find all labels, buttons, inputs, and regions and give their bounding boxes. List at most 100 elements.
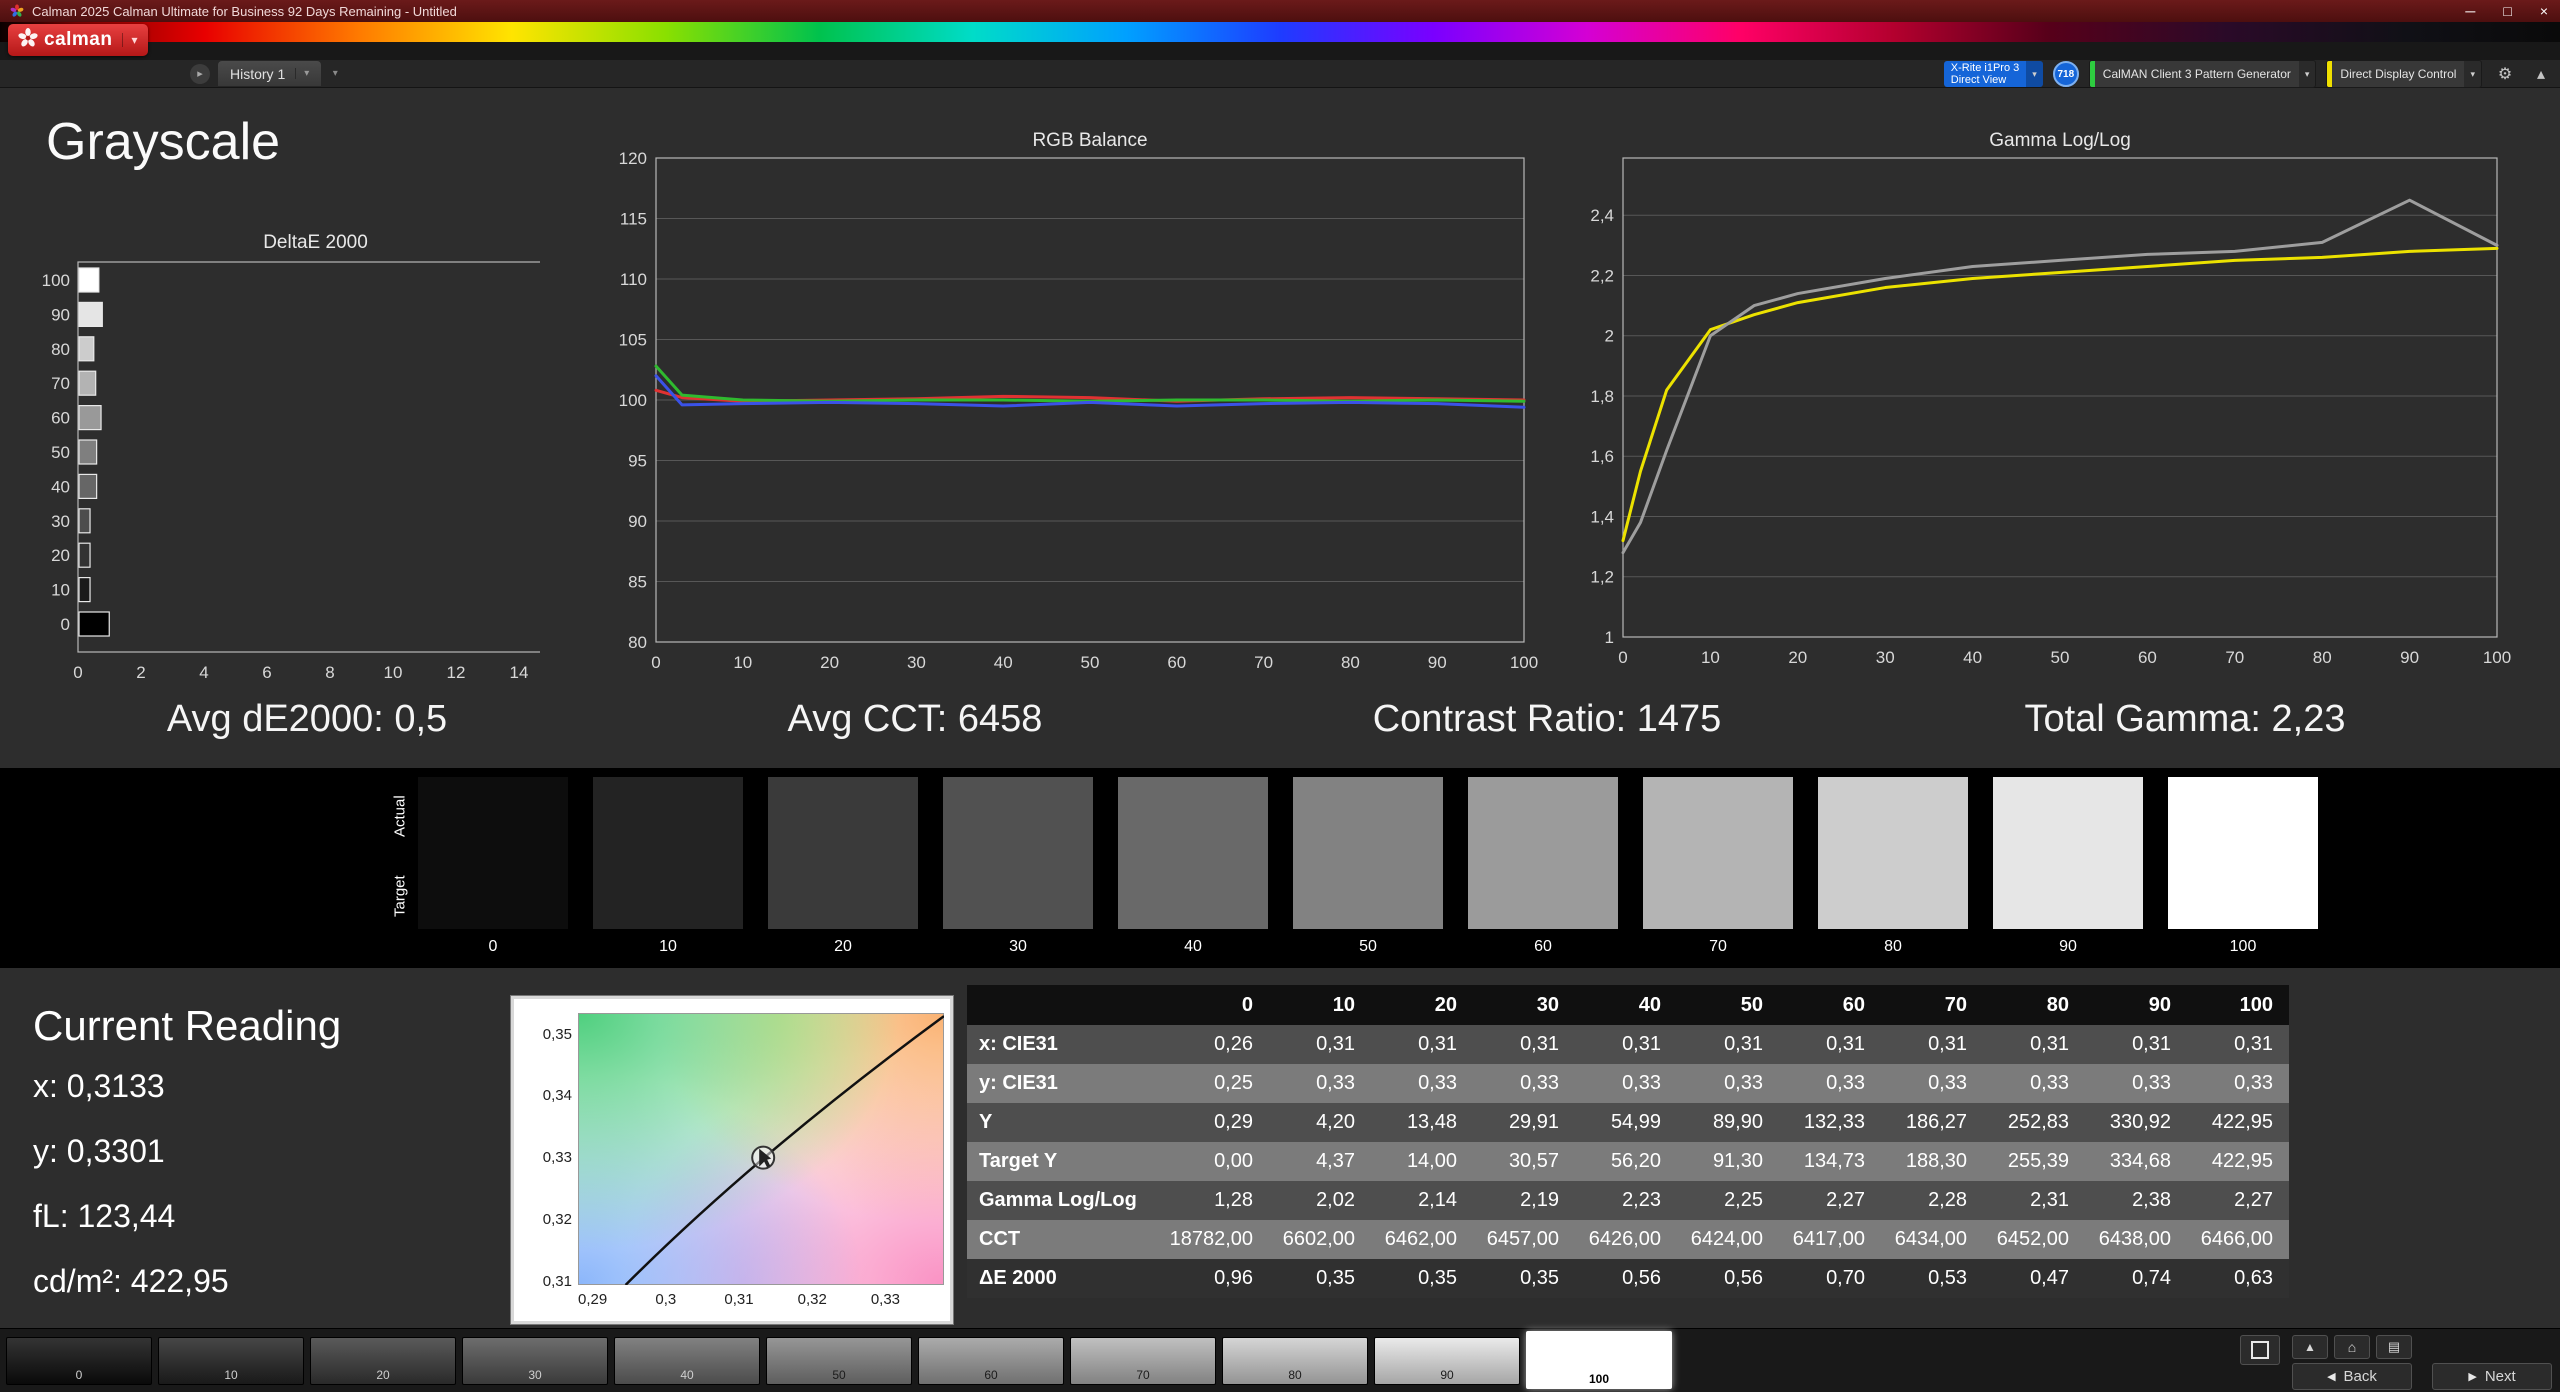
svg-text:40: 40 [1963, 648, 1982, 667]
pattern-level-button-20[interactable]: 20 [310, 1337, 456, 1385]
table-cell: 188,30 [1905, 1150, 1967, 1172]
reading-y: y: 0,3301 [33, 1133, 165, 1169]
table-cell: 29,91 [1508, 1111, 1559, 1133]
rainbow-gradient-strip [0, 22, 2560, 42]
svg-text:Gamma Log/Log: Gamma Log/Log [1989, 130, 2131, 151]
maximize-button[interactable]: □ [2503, 3, 2511, 19]
table-cell: 0,31 [1928, 1033, 1967, 1055]
cie-y-tick: 0,33 [542, 1149, 572, 1167]
pattern-level-label: 100 [1588, 1372, 1610, 1386]
chevron-down-icon: ▾ [2298, 61, 2316, 87]
pattern-level-label: 60 [984, 1368, 998, 1382]
table-cell: 4,37 [1316, 1150, 1355, 1172]
grayscale-swatch-20 [768, 777, 918, 929]
table-cell: 0,31 [1622, 1033, 1661, 1055]
svg-text:90: 90 [51, 305, 70, 324]
minimize-button[interactable]: ─ [2465, 3, 2475, 19]
next-button[interactable]: ▶ Next [2432, 1363, 2552, 1390]
table-cell: 6452,00 [1996, 1228, 2069, 1250]
layout-button[interactable]: ▤ [2376, 1335, 2412, 1359]
table-cell: 0,33 [1724, 1072, 1763, 1094]
table-cell: 13,48 [1406, 1111, 1457, 1133]
pattern-window-button[interactable] [2240, 1335, 2280, 1365]
table-cell: 0,96 [1214, 1267, 1253, 1289]
svg-text:30: 30 [907, 653, 926, 672]
table-cell: 2,28 [1928, 1189, 1967, 1211]
table-cell: 0,33 [1316, 1072, 1355, 1094]
svg-text:90: 90 [2400, 648, 2419, 667]
subheader-strip [0, 42, 2560, 60]
swatch-label: 40 [1184, 938, 1202, 955]
svg-text:1,2: 1,2 [1590, 568, 1614, 587]
svg-text:10: 10 [733, 653, 752, 672]
svg-text:105: 105 [619, 331, 647, 350]
eject-button[interactable]: ▲ [2292, 1335, 2328, 1359]
cie-x-tick: 0,3 [655, 1291, 677, 1308]
table-cell: 6457,00 [1486, 1228, 1559, 1250]
chevron-down-icon: ▾ [2464, 61, 2481, 87]
svg-text:1,8: 1,8 [1590, 387, 1614, 406]
deltae-2000-chart: DeltaE 2000 0 10 20 30 40 50 60 70 80 90 100 0 2 4 6 8 10… [42, 232, 540, 682]
table-cell: 18782,00 [1169, 1228, 1253, 1250]
svg-text:95: 95 [628, 452, 647, 471]
pattern-level-label: 70 [1136, 1368, 1150, 1382]
meter-status-badge: 718 [2052, 61, 2079, 87]
collapse-ribbon-button[interactable]: ▴ [2528, 61, 2554, 87]
pattern-level-button-40[interactable]: 40 [614, 1337, 760, 1385]
cie-chromaticity-panel: 0,35 0,34 0,33 0,32 0,31 0,29 0,3 0,31 0,32 0,33 [510, 995, 954, 1325]
table-column-header: 80 [2046, 994, 2069, 1016]
pattern-level-button-90[interactable]: 90 [1374, 1337, 1520, 1385]
table-row: x: CIE31 0,26 0,31 0,31 0,31 0,31 0,31 0,31 0,31… [967, 1025, 2289, 1064]
table-cell: 2,38 [2132, 1189, 2171, 1211]
grayscale-swatch-90 [1993, 777, 2143, 929]
svg-text:70: 70 [1254, 653, 1273, 672]
close-button[interactable]: × [2540, 3, 2548, 19]
chevron-down-icon: ▾ [122, 33, 138, 47]
chevron-down-icon: ▾ [2026, 61, 2043, 87]
calman-app-window: Calman 2025 Calman Ultimate for Business… [0, 0, 2560, 1392]
table-cell: 0,53 [1928, 1267, 1967, 1289]
table-cell: 2,27 [1826, 1189, 1865, 1211]
tab-history-1[interactable]: History 1 ▾ [218, 61, 322, 86]
pattern-level-button-80[interactable]: 80 [1222, 1337, 1368, 1385]
svg-text:40: 40 [994, 653, 1013, 672]
pattern-level-button-60[interactable]: 60 [918, 1337, 1064, 1385]
swatch-label: 50 [1359, 938, 1377, 955]
pattern-generator-select-button[interactable]: CalMAN Client 3 Pattern Generator ▾ [2088, 60, 2317, 88]
svg-text:30: 30 [1876, 648, 1895, 667]
svg-text:6: 6 [262, 663, 271, 682]
table-cell: 0,31 [1316, 1033, 1355, 1055]
pattern-level-button-70[interactable]: 70 [1070, 1337, 1216, 1385]
avg-cct-stat: Avg CCT: 6458 [787, 698, 1043, 740]
grayscale-swatch-30 [943, 777, 1093, 929]
cie-y-tick: 0,35 [542, 1025, 572, 1043]
table-cell: 0,26 [1214, 1033, 1253, 1055]
pattern-level-button-30[interactable]: 30 [462, 1337, 608, 1385]
svg-text:8: 8 [325, 663, 334, 682]
svg-text:100: 100 [2483, 648, 2511, 667]
table-cell: 91,30 [1712, 1150, 1763, 1172]
pattern-level-label: 80 [1288, 1368, 1302, 1382]
svg-text:60: 60 [2138, 648, 2157, 667]
table-cell: 2,31 [2030, 1189, 2069, 1211]
back-button[interactable]: ◀ Back [2292, 1363, 2412, 1390]
table-cell: 330,92 [2109, 1111, 2171, 1133]
calman-menu-button[interactable]: calman ▾ [8, 24, 148, 56]
table-cell: 30,57 [1508, 1150, 1559, 1172]
tab-menu-button[interactable]: ▾ [325, 62, 345, 86]
svg-text:20: 20 [51, 546, 70, 565]
history-nav-button[interactable]: ▸ [190, 63, 210, 84]
pattern-level-button-100[interactable]: 100 [1526, 1331, 1672, 1389]
measurement-table: 0 10 20 30 40 50 60 70 80 90 100 x: CIE31 0,26 0,31 0,… [967, 985, 2289, 1298]
table-cell: 334,68 [2109, 1150, 2171, 1172]
pattern-level-button-10[interactable]: 10 [158, 1337, 304, 1385]
settings-gear-button[interactable]: ⚙ [2492, 61, 2518, 87]
home-button[interactable]: ⌂ [2334, 1335, 2370, 1359]
svg-text:120: 120 [619, 149, 647, 168]
display-control-select-button[interactable]: Direct Display Control ▾ [2326, 60, 2482, 88]
meter-select-button[interactable]: X-Rite i1Pro 3 Direct View ▾ [1943, 61, 2043, 87]
pattern-level-button-50[interactable]: 50 [766, 1337, 912, 1385]
pattern-level-button-0[interactable]: 0 [6, 1337, 152, 1385]
window-title: Calman 2025 Calman Ultimate for Business… [32, 3, 457, 19]
grayscale-swatch-40 [1118, 777, 1268, 929]
